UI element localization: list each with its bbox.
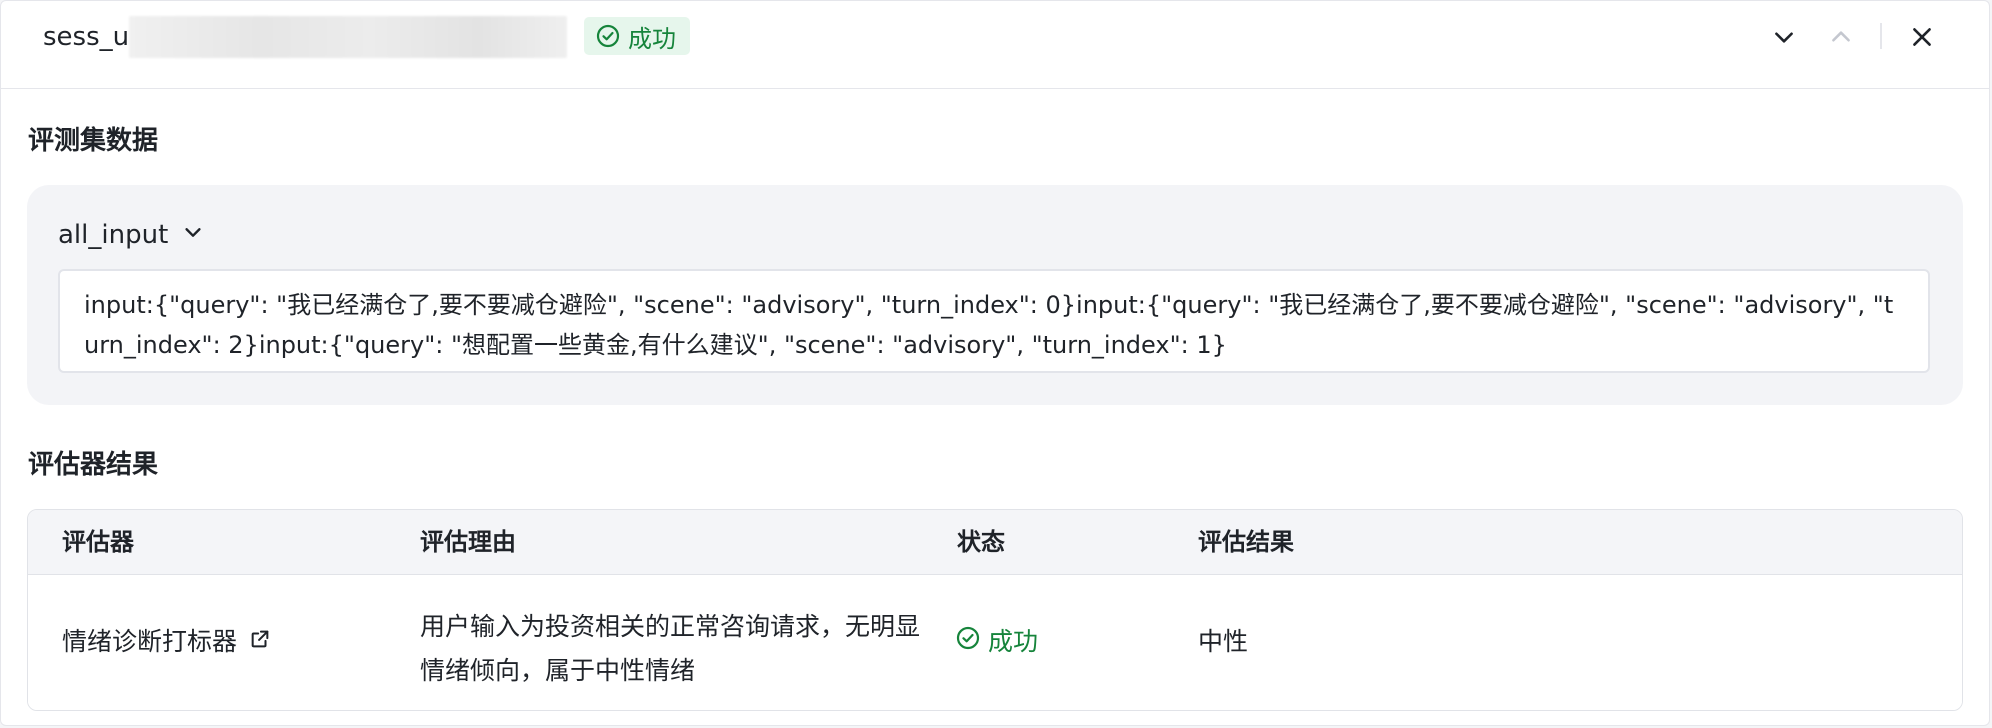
results-section-title: 评估器结果 [28, 450, 159, 480]
dataset-card: all_input input:{"query": "我已经满仓了,要不要减仓避… [27, 185, 1963, 405]
chevron-down-icon [1771, 24, 1797, 50]
header-divider [1880, 23, 1882, 49]
field-name: all_input [58, 220, 169, 250]
row-status: 成功 [956, 625, 1038, 659]
status-badge: 成功 [584, 17, 690, 55]
panel-header: sess_u 成功 [1, 1, 1989, 89]
evaluation-reason: 用户输入为投资相关的正常咨询请求，无明显情绪倾向，属于中性情绪 [420, 612, 921, 685]
results-table: 评估器 评估理由 状态 评估结果 情绪诊断打标器 用户输入为投资相关的正常咨询请… [27, 509, 1963, 711]
evaluator-link[interactable]: 情绪诊断打标器 [62, 625, 271, 659]
check-circle-icon [956, 625, 980, 659]
chevron-up-icon [1828, 24, 1854, 50]
field-value: input:{"query": "我已经满仓了,要不要减仓避险", "scene… [58, 269, 1930, 373]
evaluator-name: 情绪诊断打标器 [62, 627, 238, 656]
redacted-session-id [129, 16, 567, 58]
evaluation-result: 中性 [1198, 627, 1249, 656]
previous-button[interactable] [1821, 18, 1861, 56]
field-selector[interactable]: all_input [58, 220, 204, 250]
table-header: 评估器 评估理由 状态 评估结果 [28, 510, 1962, 575]
row-status-label: 成功 [988, 627, 1039, 656]
dataset-section-title: 评测集数据 [28, 126, 159, 156]
close-icon [1909, 24, 1935, 50]
session-id: sess_u [43, 22, 130, 52]
column-header-result: 评估结果 [1198, 528, 1294, 556]
check-circle-icon [596, 24, 620, 48]
chevron-down-icon [182, 220, 204, 250]
column-header-reason: 评估理由 [420, 528, 516, 556]
column-header-status: 状态 [957, 528, 1005, 556]
column-header-evaluator: 评估器 [62, 528, 134, 556]
next-button[interactable] [1764, 18, 1804, 56]
status-badge-label: 成功 [628, 24, 676, 53]
table-row: 情绪诊断打标器 用户输入为投资相关的正常咨询请求，无明显情绪倾向，属于中性情绪 [28, 575, 1962, 710]
external-link-icon [249, 625, 271, 659]
detail-panel: sess_u 成功 评测集数据 all_input input:{"query"… [0, 0, 1990, 726]
close-button[interactable] [1902, 18, 1942, 56]
